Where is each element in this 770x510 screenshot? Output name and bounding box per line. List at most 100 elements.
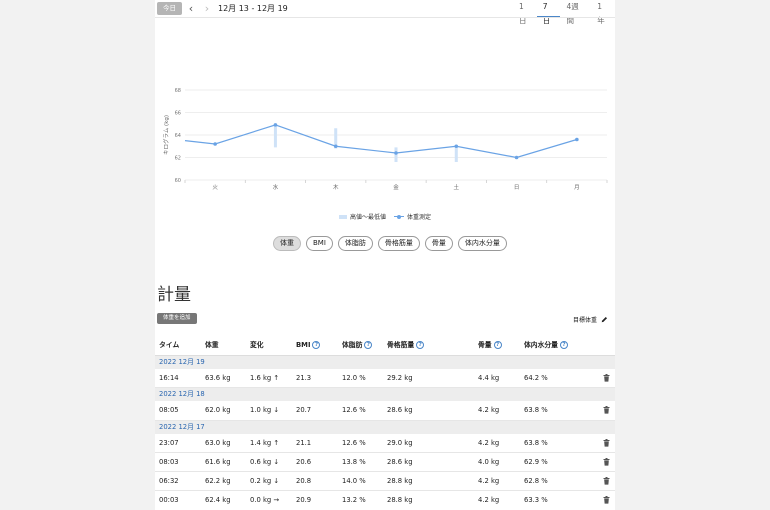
- trash-icon[interactable]: [603, 457, 610, 466]
- header-fat: 体脂肪?: [342, 334, 373, 356]
- header-time: タイム: [159, 334, 179, 356]
- trash-icon[interactable]: [603, 477, 610, 485]
- header-bmi: BMI?: [296, 334, 321, 356]
- cell-time: 06:32: [159, 477, 179, 486]
- trash-icon[interactable]: [603, 374, 610, 382]
- legend-range-label: 高値〜最低値: [350, 214, 387, 221]
- cell-bmi: 20.8: [296, 477, 312, 486]
- cell-change: 0.0 kg →: [250, 496, 280, 505]
- weight-point-5: [454, 144, 459, 149]
- y-tick-label-1: 62: [175, 156, 181, 162]
- metric-button-3[interactable]: 骨格筋量: [377, 236, 420, 251]
- header-label-bmi: BMI: [296, 341, 311, 349]
- range-tab-3[interactable]: 1年: [591, 0, 615, 25]
- legend-item-range[interactable]: 高値〜最低値: [339, 212, 386, 221]
- weight-series-line: [184, 124, 578, 159]
- range-tab-0[interactable]: 1日: [513, 0, 537, 25]
- today-button[interactable]: 今日: [157, 2, 182, 15]
- header-label-fat: 体脂肪: [342, 341, 363, 349]
- trash-icon[interactable]: [603, 406, 610, 414]
- cell-time: 16:14: [159, 374, 179, 382]
- table-row[interactable]: 08:03 61.6 kg 0.6 kg ↓ 20.6 13.8 % 28.6 kg 4.0…: [155, 453, 615, 473]
- cell-bone: 4.0 kg: [478, 457, 500, 466]
- trash-icon[interactable]: [603, 438, 610, 447]
- y-tick-label-4: 68: [175, 88, 181, 94]
- header-label-water: 体内水分量: [524, 341, 558, 349]
- cell-fat: 13.8 %: [342, 457, 366, 466]
- help-icon[interactable]: ?: [312, 341, 321, 349]
- weight-point-3: [333, 144, 338, 149]
- cell-bmi: 20.7: [296, 406, 312, 415]
- help-icon[interactable]: ?: [493, 341, 502, 349]
- cell-fat: 12.0 %: [342, 374, 366, 382]
- range-tab-2[interactable]: 4週間: [560, 0, 591, 25]
- header-label-bone: 骨量: [478, 341, 492, 349]
- y-tick-label-2: 64: [175, 133, 181, 139]
- header-bone: 骨量?: [478, 334, 502, 356]
- date-group-label: 2022 12月 19: [159, 358, 205, 366]
- header-label-muscle: 骨格筋量: [387, 341, 415, 349]
- cell-time: 08:05: [159, 406, 179, 415]
- weight-panel: 今日 ‹ › 12月 13 - 12月 19 1日 7日 4週間 1年 60 62 64 6…: [155, 0, 615, 510]
- metric-button-4[interactable]: 骨量: [424, 236, 453, 251]
- cell-fat: 13.2 %: [342, 496, 366, 505]
- cell-bmi: 20.6: [296, 457, 312, 466]
- cell-weight: 63.0 kg: [205, 438, 231, 447]
- cell-bmi: 20.9: [296, 496, 312, 505]
- chevron-left-icon[interactable]: ‹: [185, 2, 197, 15]
- metric-button-2[interactable]: 体脂肪: [337, 236, 373, 251]
- trash-icon[interactable]: [603, 496, 610, 505]
- table-row[interactable]: 23:07 63.0 kg 1.4 kg ↑ 21.1 12.6 % 29.0 kg 4.2…: [155, 434, 615, 453]
- header-label-weight: 体重: [205, 341, 219, 349]
- cell-water: 63.8 %: [524, 406, 548, 415]
- cell-bone: 4.2 kg: [478, 477, 500, 486]
- cell-bone: 4.2 kg: [478, 406, 500, 415]
- target-weight-link[interactable]: 目標体重: [573, 315, 608, 324]
- x-tick-label-3: 金: [393, 183, 399, 191]
- table-row[interactable]: 00:03 62.4 kg 0.0 kg → 20.9 13.2 % 28.8 kg 4.2…: [155, 491, 615, 510]
- cell-water: 63.8 %: [524, 438, 548, 447]
- cell-muscle: 29.2 kg: [387, 374, 413, 382]
- metric-button-0[interactable]: 体重: [273, 236, 301, 251]
- add-weight-button[interactable]: 体重を追加: [157, 313, 197, 324]
- x-tick-label-1: 水: [273, 183, 279, 191]
- legend-item-weight[interactable]: 体重測定: [394, 212, 431, 221]
- x-tick-label-0: 火: [212, 185, 218, 191]
- table-row[interactable]: 08:05 62.0 kg 1.0 kg ↓ 20.7 12.6 % 28.6 kg 4.2…: [155, 401, 615, 421]
- metric-button-1[interactable]: BMI: [306, 236, 333, 251]
- chart-legend: 高値〜最低値 体重測定: [339, 212, 431, 221]
- toolbar-divider: [155, 17, 615, 18]
- header-label-change: 変化: [250, 341, 264, 349]
- pencil-icon: [601, 316, 608, 323]
- metric-button-5[interactable]: 体内水分量: [457, 236, 507, 251]
- metric-buttons: 体重 BMI 体脂肪 骨格筋量 骨量 体内水分量: [273, 236, 507, 251]
- cell-bone: 4.4 kg: [478, 374, 500, 382]
- cell-muscle: 28.8 kg: [387, 496, 413, 505]
- cell-fat: 12.6 %: [342, 406, 366, 415]
- y-axis-label: キログラム (kg): [162, 115, 170, 155]
- range-tabs: 1日 7日 4週間 1年: [513, 0, 615, 25]
- cell-change: 0.6 kg ↓: [250, 457, 280, 466]
- help-icon[interactable]: ?: [416, 341, 425, 349]
- table-row[interactable]: 06:32 62.2 kg 0.2 kg ↓ 20.8 14.0 % 28.8 kg 4.2…: [155, 472, 615, 492]
- cell-fat: 12.6 %: [342, 438, 366, 447]
- cell-change: 0.2 kg ↓: [250, 477, 280, 486]
- cell-time: 08:03: [159, 457, 179, 466]
- weight-point-6: [514, 155, 519, 160]
- cell-weight: 62.2 kg: [205, 477, 231, 486]
- weight-point-7: [575, 137, 579, 142]
- x-tick-label-2: 木: [333, 183, 339, 191]
- range-bar-3: [454, 146, 458, 162]
- help-icon[interactable]: ?: [559, 341, 568, 349]
- table-row[interactable]: 16:14 63.6 kg 1.6 kg ↑ 21.3 12.0 % 29.2 kg 4.4…: [155, 369, 615, 389]
- cell-muscle: 28.8 kg: [387, 477, 413, 486]
- cell-muscle: 28.6 kg: [387, 457, 413, 466]
- chevron-right-icon[interactable]: ›: [201, 2, 213, 15]
- help-icon[interactable]: ?: [364, 341, 373, 349]
- cell-weight: 61.6 kg: [205, 457, 231, 466]
- cell-change: 1.6 kg ↑: [250, 374, 280, 382]
- range-tab-1[interactable]: 7日: [536, 0, 561, 25]
- weight-point-4: [394, 151, 398, 155]
- cell-muscle: 28.6 kg: [387, 406, 413, 415]
- legend-line-label: 体重測定: [407, 214, 432, 221]
